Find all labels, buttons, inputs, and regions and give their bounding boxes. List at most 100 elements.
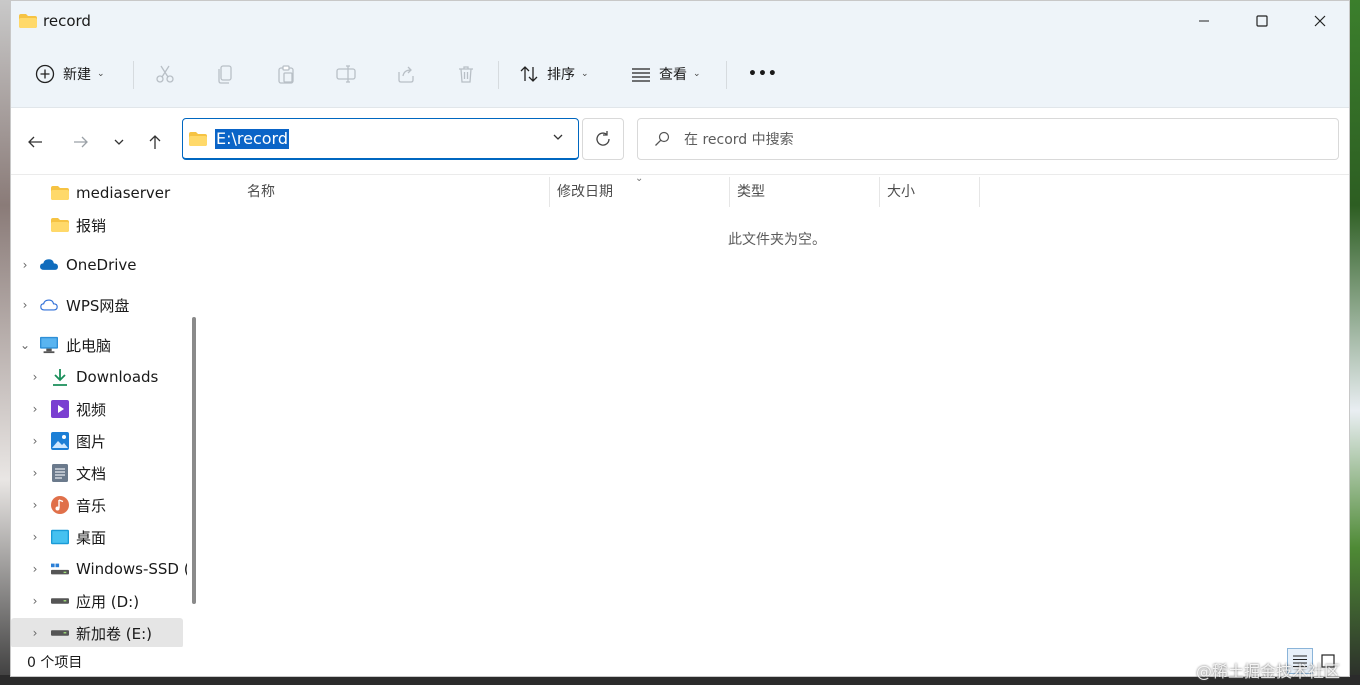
column-header-type[interactable]: 类型 [737, 175, 765, 207]
watermark-text: @稀土掘金技术社区 [1196, 662, 1341, 681]
column-header-label: 修改日期 [557, 184, 613, 200]
arrow-right-icon [74, 136, 88, 148]
toolbar-divider [726, 61, 727, 89]
share-button[interactable] [396, 54, 416, 94]
computer-icon [40, 336, 58, 354]
window-title: record [43, 12, 91, 30]
sidebar-item-label: Downloads [76, 368, 159, 386]
sidebar-item-label: mediaserver [76, 184, 171, 202]
refresh-button[interactable] [582, 118, 624, 160]
title-bar: record [11, 1, 1349, 41]
rename-button[interactable] [336, 54, 356, 94]
plus-circle-icon [35, 64, 55, 84]
rename-icon [336, 65, 356, 83]
column-header-label: 名称 [247, 184, 275, 200]
chevron-right-icon[interactable]: › [19, 258, 31, 272]
sidebar-item-label: 应用 (D:) [76, 592, 140, 611]
copy-button[interactable] [216, 54, 236, 94]
column-header-modified[interactable]: 修改日期 [557, 175, 613, 207]
toolbar-divider [133, 61, 134, 89]
download-icon [51, 368, 69, 386]
close-button[interactable] [1291, 1, 1349, 41]
trash-icon [459, 66, 473, 83]
main-content: mediaserver 报销 › OneDrive › WPS网盘 ⌄ 此电脑 … [11, 173, 1349, 647]
chevron-right-icon[interactable]: › [29, 498, 41, 512]
forward-button[interactable] [67, 128, 95, 156]
maximize-button[interactable] [1233, 1, 1291, 41]
sidebar-item-mediaserver[interactable]: mediaserver [11, 178, 183, 208]
chevron-down-icon[interactable]: ⌄ [19, 338, 31, 352]
sidebar-item-drive-d[interactable]: › 应用 (D:) [11, 586, 183, 616]
sidebar-item-reimbursement[interactable]: 报销 [11, 210, 183, 240]
chevron-down-icon: ⌄ [693, 69, 701, 79]
chevron-right-icon[interactable]: › [29, 530, 41, 544]
sidebar-item-label: WPS网盘 [66, 296, 130, 315]
status-bar: 0 个项目 [11, 647, 1349, 676]
chevron-down-icon: ⌄ [97, 69, 105, 79]
delete-button[interactable] [456, 54, 476, 94]
chevron-right-icon[interactable]: › [19, 298, 31, 312]
column-header-name[interactable]: 名称 [247, 175, 275, 207]
sidebar-item-videos[interactable]: › 视频 [11, 394, 183, 424]
arrow-up-icon [149, 135, 161, 149]
more-options-button[interactable]: ••• [748, 54, 778, 94]
system-drive-icon [51, 560, 69, 578]
sidebar-item-this-pc[interactable]: ⌄ 此电脑 [11, 330, 183, 360]
cut-button[interactable] [155, 54, 175, 94]
column-header-label: 大小 [887, 184, 915, 200]
sidebar-item-label: 文档 [76, 464, 107, 483]
sidebar-scrollbar-thumb[interactable] [192, 317, 196, 604]
search-input[interactable]: 在 record 中搜索 [637, 118, 1339, 160]
chevron-right-icon[interactable]: › [29, 402, 41, 416]
sidebar-item-label: 视频 [76, 400, 107, 419]
paste-button[interactable] [276, 54, 296, 94]
recent-locations-button[interactable] [105, 128, 133, 156]
chevron-right-icon[interactable]: › [29, 466, 41, 480]
sidebar-item-wps-drive[interactable]: › WPS网盘 [11, 290, 183, 320]
window-controls [1175, 1, 1349, 41]
folder-icon [51, 216, 69, 234]
drive-icon [51, 624, 69, 642]
sidebar-item-downloads[interactable]: › Downloads [11, 362, 183, 392]
minimize-button[interactable] [1175, 1, 1233, 41]
arrow-left-icon [28, 136, 42, 148]
chevron-right-icon[interactable]: › [29, 434, 41, 448]
column-divider[interactable] [729, 177, 730, 207]
column-header-size[interactable]: 大小 [887, 175, 915, 207]
sidebar-item-label: 新加卷 (E:) [76, 624, 153, 643]
column-divider[interactable] [879, 177, 880, 207]
maximize-icon [1256, 15, 1268, 27]
view-list-icon [632, 68, 650, 82]
sidebar-item-drive-e[interactable]: › 新加卷 (E:) [11, 618, 183, 647]
sidebar-item-label: 桌面 [76, 528, 107, 547]
address-bar: E:\record 在 record 中搜索 [11, 108, 1349, 175]
back-button[interactable] [21, 128, 49, 156]
file-list-pane: 名称 修改日期 ⌄ 类型 大小 此文件夹为空。 [205, 173, 1349, 647]
address-path[interactable]: E:\record [215, 128, 289, 149]
sidebar-item-desktop[interactable]: › 桌面 [11, 522, 183, 552]
column-divider[interactable] [979, 177, 980, 207]
share-icon [398, 66, 414, 83]
chevron-right-icon[interactable]: › [29, 370, 41, 384]
new-label: 新建 [63, 67, 91, 83]
chevron-right-icon[interactable]: › [29, 594, 41, 608]
column-divider[interactable] [549, 177, 550, 207]
chevron-right-icon[interactable]: › [29, 562, 41, 576]
sidebar-item-onedrive[interactable]: › OneDrive [11, 250, 183, 280]
chevron-down-icon[interactable] [552, 131, 564, 143]
sidebar-item-label: 此电脑 [66, 336, 112, 355]
new-button[interactable]: 新建 ⌄ [35, 54, 105, 94]
sidebar-item-windows-ssd[interactable]: › Windows-SSD ( [11, 554, 190, 584]
sidebar-item-music[interactable]: › 音乐 [11, 490, 183, 520]
scissors-icon [156, 65, 174, 83]
empty-folder-message: 此文件夹为空。 [728, 232, 826, 248]
file-explorer-window: record 新建 ⌄ 排序 ⌄ 查看 ⌄ ••• E:\record 在 re… [10, 0, 1350, 677]
up-button[interactable] [141, 128, 169, 156]
view-button[interactable]: 查看 ⌄ [631, 54, 701, 94]
address-input[interactable]: E:\record [182, 118, 579, 160]
sidebar-item-pictures[interactable]: › 图片 [11, 426, 183, 456]
sort-button[interactable]: 排序 ⌄ [519, 54, 589, 94]
sidebar-item-documents[interactable]: › 文档 [11, 458, 183, 488]
chevron-down-icon: ⌄ [581, 69, 589, 79]
chevron-right-icon[interactable]: › [29, 626, 41, 640]
